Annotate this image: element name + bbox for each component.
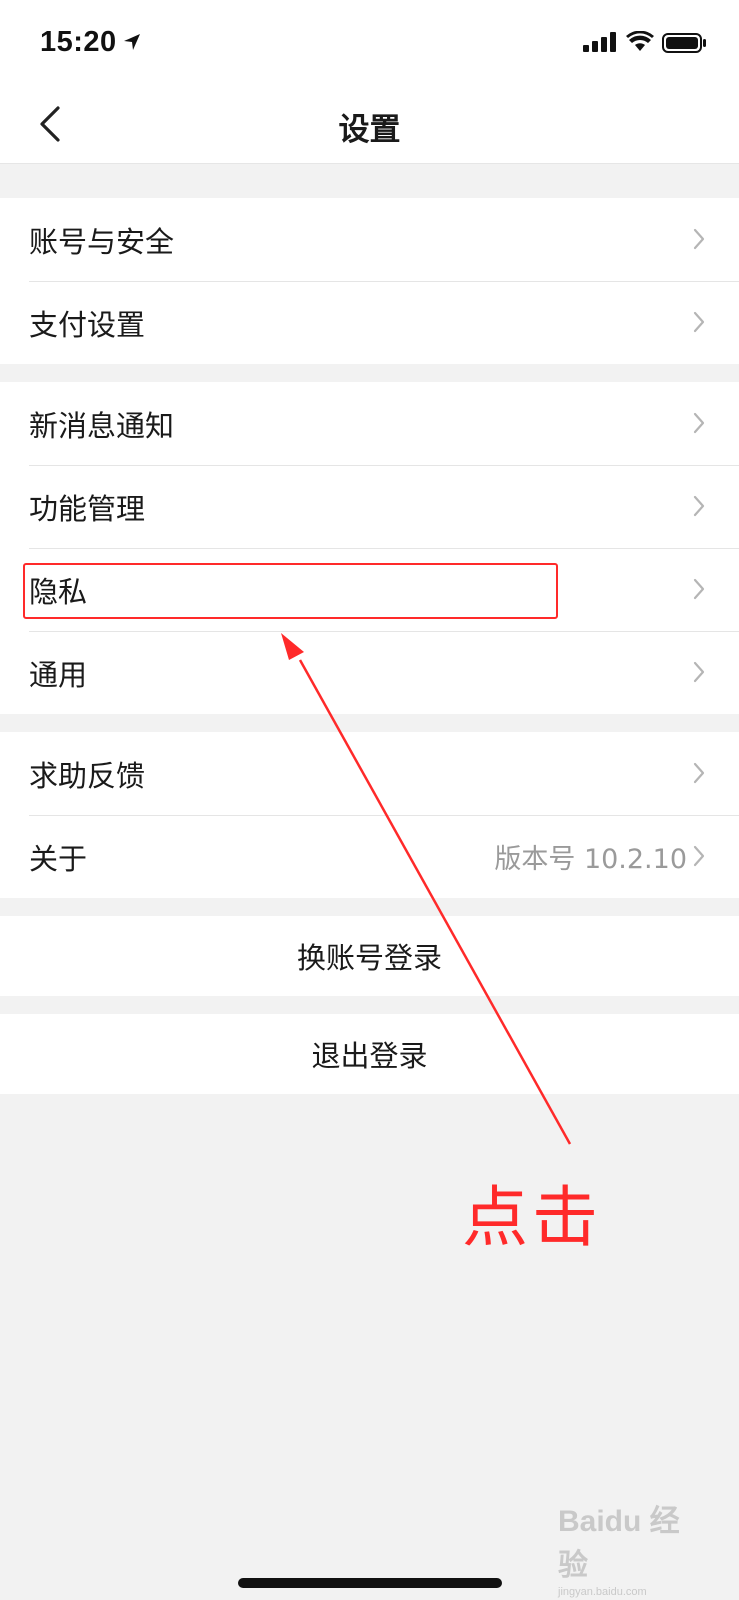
home-indicator[interactable] [238,1578,502,1588]
settings-item-privacy[interactable]: 隐私 [0,548,739,631]
settings-item-payment[interactable]: 支付设置 [0,281,739,364]
logout-button[interactable]: 退出登录 [0,1014,739,1094]
chevron-right-icon [693,311,705,333]
settings-item-label: 关于 [29,841,88,876]
chevron-right-icon [693,228,705,250]
settings-item-label: 通用 [29,657,88,692]
battery-icon [662,33,706,53]
wifi-icon [626,31,654,51]
status-bar: 15:20 [0,0,739,84]
watermark-subtext: jingyan.baidu.com [558,1586,647,1598]
settings-item-label: 支付设置 [29,307,146,342]
settings-item-notifications[interactable]: 新消息通知 [0,382,739,465]
settings-item-about[interactable]: 关于 版本号 10.2.10 [0,815,739,898]
switch-account-button[interactable]: 换账号登录 [0,916,739,996]
settings-item-label: 功能管理 [29,491,146,526]
settings-item-features[interactable]: 功能管理 [0,465,739,548]
settings-item-label: 新消息通知 [29,408,175,443]
watermark-text: Baidu 经验 [558,1505,680,1582]
settings-group-account: 账号与安全 支付设置 [0,198,739,364]
chevron-right-icon [693,661,705,683]
settings-group-general: 新消息通知 功能管理 隐私 通用 [0,382,739,714]
settings-group-support: 求助反馈 关于 版本号 10.2.10 [0,732,739,898]
signal-icon [583,32,616,52]
chevron-right-icon [693,762,705,784]
settings-item-label: 账号与安全 [29,224,175,259]
version-text: 版本号 10.2.10 [494,844,687,875]
navigation-bar: 设置 [0,84,739,164]
baidu-watermark: Baidu 经验 jingyan.baidu.com [558,1496,708,1598]
settings-item-account-security[interactable]: 账号与安全 [0,198,739,281]
annotation-click-label: 点击 [462,1179,602,1256]
status-time: 15:20 [40,26,117,58]
settings-item-label: 隐私 [29,574,88,609]
location-arrow-icon [124,34,140,50]
chevron-right-icon [693,578,705,600]
page-title: 设置 [338,112,401,148]
settings-item-label: 求助反馈 [29,758,146,793]
settings-item-feedback[interactable]: 求助反馈 [0,732,739,815]
chevron-right-icon [693,412,705,434]
settings-item-general[interactable]: 通用 [0,631,739,714]
chevron-right-icon [693,495,705,517]
chevron-right-icon [693,845,705,867]
